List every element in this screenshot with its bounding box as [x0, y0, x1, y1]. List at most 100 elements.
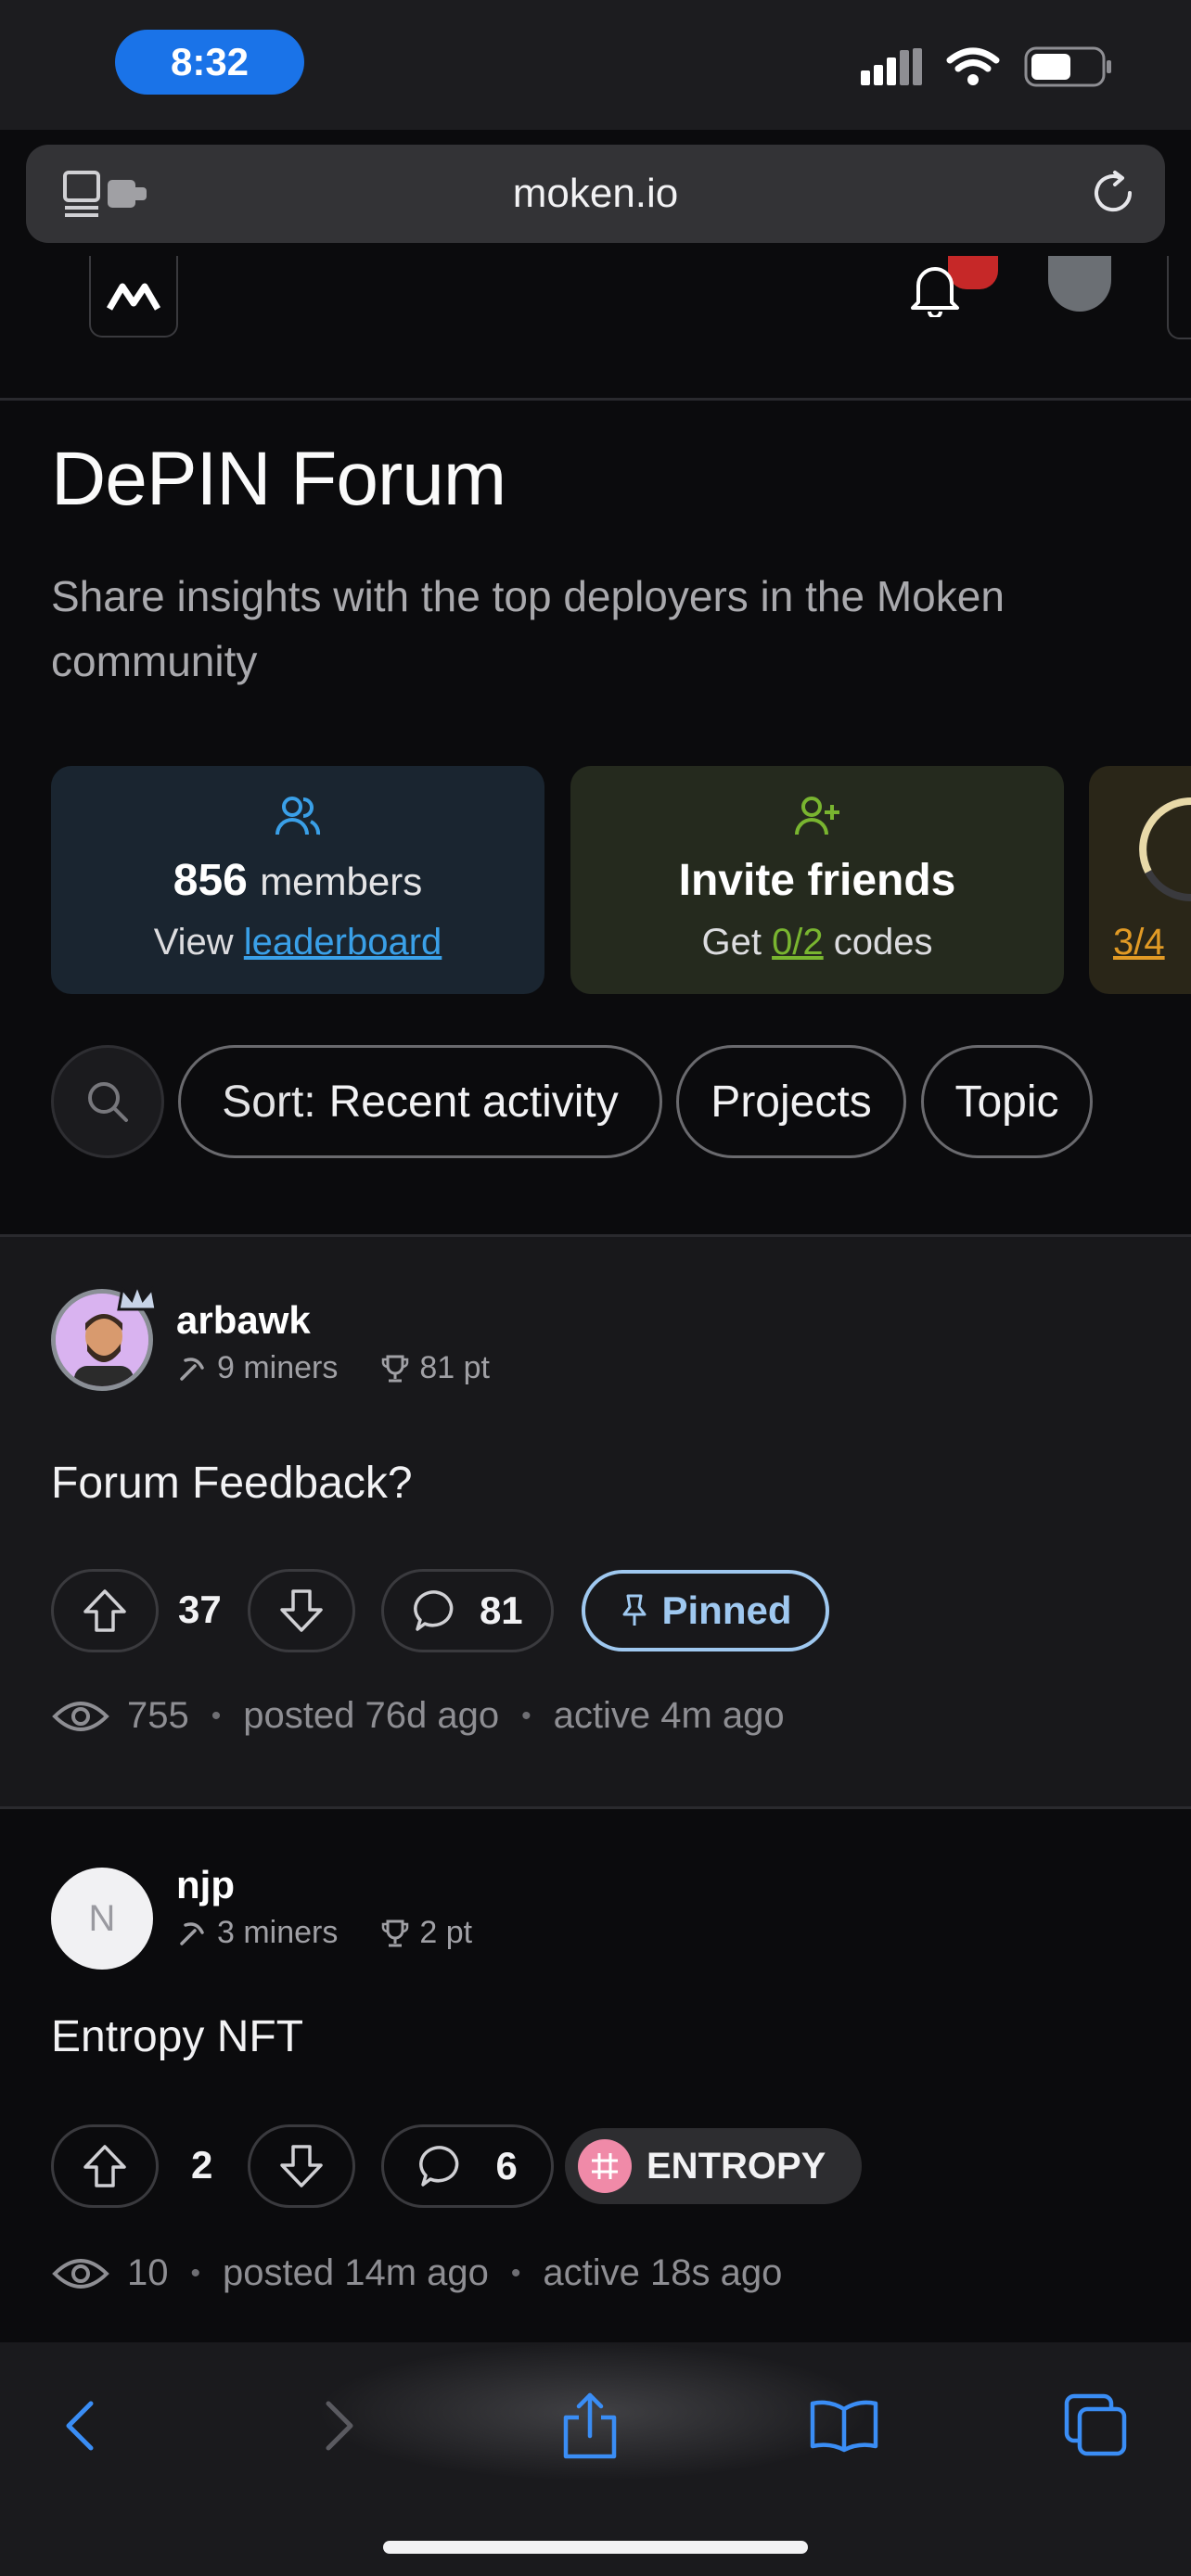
app-header [0, 256, 1191, 401]
progress-ring-icon [1139, 797, 1191, 901]
post-author-name[interactable]: arbawk [176, 1298, 311, 1343]
sort-label: Sort: [222, 1077, 316, 1127]
comment-count: 81 [479, 1588, 523, 1632]
active-time: active 4m ago [553, 1695, 785, 1736]
post-title[interactable]: Entropy NFT [51, 2011, 303, 2062]
invite-codes-line: Get 0/2 codes [570, 922, 1064, 963]
pickaxe-icon [180, 1357, 204, 1381]
comments-button[interactable]: 81 [381, 1569, 554, 1652]
chevron-left-icon [66, 2401, 94, 2451]
page-subtitle: Share insights with the top deployers in… [51, 572, 1005, 685]
arrow-down-icon [280, 1589, 323, 1632]
post-author-meta: 9 miners 81 pt [176, 1350, 490, 1386]
comment-icon [419, 2146, 459, 2187]
vote-count: 37 [178, 1588, 222, 1631]
status-bar: 8:32 [0, 0, 1191, 130]
pinned-badge: Pinned [582, 1570, 829, 1651]
get-prefix: Get [701, 922, 762, 963]
projects-filter[interactable]: Projects [676, 1045, 906, 1158]
view-count: 755 [127, 1695, 189, 1736]
progress-line: 3/4 [1113, 922, 1165, 963]
pickaxe-icon [180, 1921, 204, 1945]
bell-icon [911, 267, 959, 319]
view-prefix: View [153, 922, 234, 963]
project-tag[interactable]: ENTROPY [565, 2128, 862, 2204]
trophy-icon [382, 1355, 409, 1382]
sort-value: Recent activity [328, 1077, 619, 1127]
members-card[interactable]: 856 members View leaderboard [51, 766, 544, 994]
reload-button[interactable] [1087, 167, 1139, 223]
pinned-label: Pinned [661, 1588, 792, 1632]
status-icons [861, 46, 1113, 87]
reload-icon [1095, 171, 1133, 212]
address-bar[interactable]: moken.io [26, 145, 1165, 243]
post-author-name[interactable]: njp [176, 1863, 235, 1907]
comment-icon [414, 1590, 454, 1631]
bookmarks-button[interactable] [798, 2379, 890, 2472]
members-count-line: 856 members [51, 855, 544, 906]
view-count: 10 [127, 2252, 169, 2293]
user-avatar[interactable] [1048, 256, 1111, 312]
topic-filter[interactable]: Topic [921, 1045, 1093, 1158]
wifi-icon [946, 47, 1000, 85]
codes-label: codes [833, 922, 933, 963]
add-user-icon [795, 797, 839, 835]
invite-codes-value[interactable]: 0/2 [772, 922, 824, 963]
post-stats: 755 • posted 76d ago • active 4m ago [51, 1695, 785, 1737]
posted-time: posted 14m ago [223, 2252, 489, 2293]
arrow-up-icon [83, 2145, 126, 2187]
project-tag-label: ENTROPY [647, 2145, 826, 2187]
back-button[interactable] [33, 2379, 126, 2472]
posted-time: posted 76d ago [243, 1695, 500, 1736]
upvote-button[interactable] [51, 1569, 159, 1652]
home-indicator[interactable] [383, 2541, 808, 2554]
invite-title: Invite friends [570, 855, 1064, 906]
tabs-button[interactable] [1050, 2379, 1143, 2472]
upvote-button[interactable] [51, 2124, 159, 2208]
leaderboard-line: View leaderboard [51, 922, 544, 963]
page-title: DePIN Forum [51, 437, 506, 521]
post-card[interactable]: N njp 3 miners 2 pt Entropy NFT 2 6 ENTR… [0, 1809, 1191, 2347]
invite-card[interactable]: Invite friends Get 0/2 codes [570, 766, 1064, 994]
notifications-button[interactable] [907, 265, 963, 322]
comment-count: 6 [495, 2144, 518, 2187]
members-count: 856 [173, 856, 248, 905]
moken-logo-icon [106, 283, 161, 311]
crown-icon [117, 1282, 158, 1311]
post-author-avatar[interactable]: N [51, 1868, 153, 1970]
tabs-icon [1064, 2393, 1127, 2456]
leaderboard-link[interactable]: leaderboard [244, 922, 442, 963]
vote-count: 2 [191, 2143, 213, 2187]
share-button[interactable] [544, 2379, 636, 2472]
forward-button[interactable] [293, 2379, 386, 2472]
invite-title-text: Invite friends [678, 856, 956, 905]
active-time: active 18s ago [543, 2252, 783, 2293]
search-icon [88, 1082, 128, 1122]
arrow-up-icon [83, 1589, 126, 1632]
comments-button[interactable]: 6 [381, 2124, 554, 2208]
post-stats: 10 • posted 14m ago • active 18s ago [51, 2252, 782, 2294]
trophy-icon [382, 1919, 409, 1946]
miners-count: 9 miners [217, 1350, 339, 1385]
progress-value[interactable]: 3/4 [1113, 922, 1165, 963]
eye-icon [52, 1701, 109, 1731]
downvote-button[interactable] [248, 1569, 355, 1652]
moken-logo[interactable] [89, 256, 178, 338]
entropy-glyph-icon [592, 2153, 618, 2179]
post-title[interactable]: Forum Feedback? [51, 1458, 413, 1509]
progress-card[interactable]: 3/4 [1089, 766, 1191, 994]
cellular-signal-icon [861, 48, 922, 85]
menu-button-edge[interactable] [1167, 256, 1191, 339]
share-icon [563, 2392, 617, 2459]
miners-count: 3 miners [217, 1915, 339, 1950]
sort-dropdown[interactable]: Sort: Recent activity [178, 1045, 662, 1158]
arrow-down-icon [280, 2145, 323, 2187]
post-card[interactable]: arbawk 9 miners 81 pt Forum Feedback? 37 [0, 1237, 1191, 1806]
pin-icon [622, 1594, 647, 1626]
url-text[interactable]: moken.io [26, 171, 1165, 217]
post-author-meta: 3 miners 2 pt [176, 1915, 472, 1951]
book-icon [810, 2400, 878, 2453]
chevron-right-icon [326, 2401, 353, 2451]
downvote-button[interactable] [248, 2124, 355, 2208]
search-button[interactable] [51, 1045, 164, 1158]
